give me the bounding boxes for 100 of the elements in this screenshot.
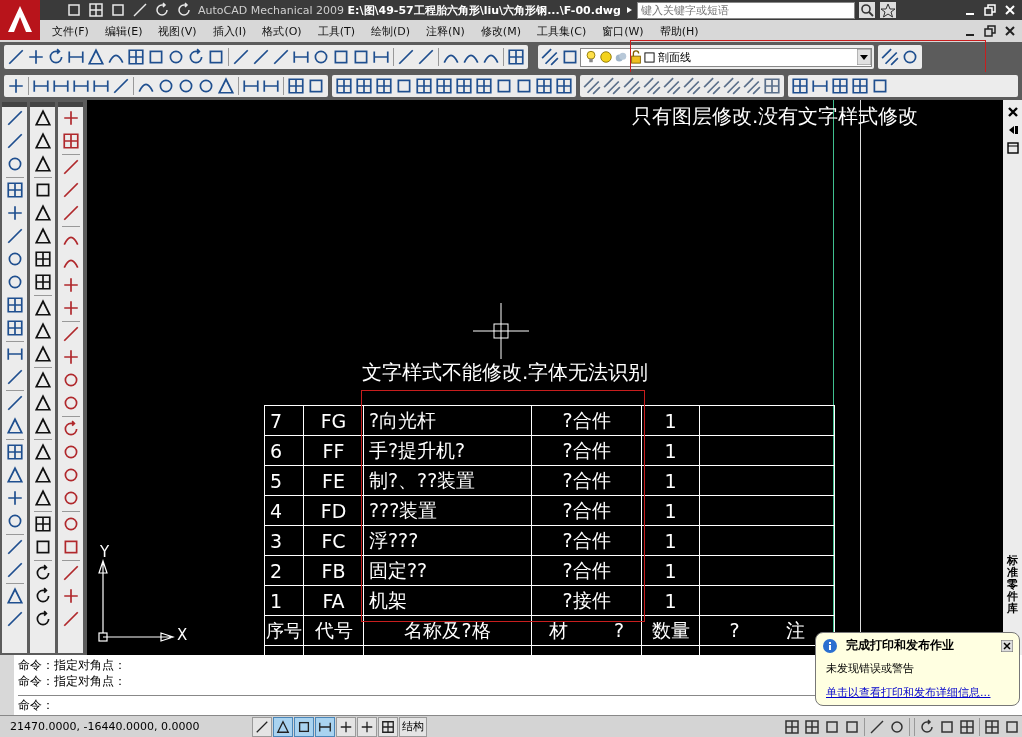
line-icon[interactable] <box>5 132 24 150</box>
triangle-icon[interactable] <box>5 587 24 605</box>
grid-icon[interactable] <box>5 319 24 337</box>
grid-icon[interactable] <box>851 77 869 95</box>
line-icon[interactable] <box>61 158 80 176</box>
line-icon[interactable] <box>61 610 80 628</box>
menu-item[interactable]: 窗口(W) <box>594 23 652 39</box>
line-icon[interactable] <box>5 538 24 556</box>
details-link[interactable]: 单击以查看打印和发布详细信息... <box>826 685 991 700</box>
menu-item[interactable]: 帮助(H) <box>651 23 707 39</box>
circle-icon[interactable] <box>312 48 330 66</box>
hatch-icon[interactable] <box>723 77 741 95</box>
menu-item[interactable]: 编辑(E) <box>96 23 151 39</box>
square-icon[interactable] <box>147 48 165 66</box>
line-icon[interactable] <box>5 109 24 127</box>
line-icon[interactable] <box>61 204 80 222</box>
triangle-icon[interactable] <box>33 417 52 435</box>
grid-icon[interactable] <box>415 77 433 95</box>
square-icon[interactable] <box>66 2 82 18</box>
search-field[interactable]: 键入关键字或短语 <box>636 1 855 19</box>
grid-icon[interactable] <box>984 718 1000 735</box>
crosshair-icon[interactable] <box>61 109 80 127</box>
triangle-icon[interactable] <box>33 155 52 173</box>
square-icon[interactable] <box>515 77 533 95</box>
triangle-icon[interactable] <box>33 132 52 150</box>
square-icon[interactable] <box>561 48 579 66</box>
crosshair-icon[interactable] <box>61 276 80 294</box>
hatch-icon[interactable] <box>683 77 701 95</box>
menu-item[interactable]: 格式(O) <box>254 23 310 39</box>
line-icon[interactable] <box>869 718 885 735</box>
menu-item[interactable]: 工具(T) <box>309 23 363 39</box>
line-icon[interactable] <box>417 48 435 66</box>
toolbar-grip[interactable] <box>2 102 27 107</box>
grid-icon[interactable] <box>507 48 525 66</box>
grid-icon[interactable] <box>535 77 553 95</box>
rotate-icon[interactable] <box>154 2 170 18</box>
menu-item[interactable]: 插入(I) <box>204 23 255 39</box>
dimension-icon[interactable] <box>72 77 90 95</box>
triangle-icon[interactable] <box>33 466 52 484</box>
crosshair-icon[interactable] <box>5 489 24 507</box>
crosshair-icon[interactable] <box>27 48 45 66</box>
grid-icon[interactable] <box>475 77 493 95</box>
hatch-icon[interactable] <box>623 77 641 95</box>
dimension-icon[interactable] <box>67 48 85 66</box>
line-icon[interactable] <box>5 610 24 628</box>
square-icon[interactable] <box>110 2 126 18</box>
grid-icon[interactable] <box>831 77 849 95</box>
hatch-icon[interactable] <box>743 77 761 95</box>
dimension-icon[interactable] <box>292 48 310 66</box>
grid-icon[interactable] <box>5 443 24 461</box>
triangle-icon[interactable] <box>33 489 52 507</box>
close-icon[interactable] <box>1001 639 1013 652</box>
grid-icon[interactable] <box>33 250 52 268</box>
crosshair-icon[interactable] <box>61 348 80 366</box>
line-icon[interactable] <box>252 48 270 66</box>
close-icon[interactable] <box>1006 106 1019 118</box>
hatch-icon[interactable] <box>541 48 559 66</box>
dropdown-arrow-icon[interactable] <box>857 49 871 65</box>
grid-icon[interactable] <box>355 77 373 95</box>
grid-icon[interactable] <box>959 718 975 735</box>
line-icon[interactable] <box>61 181 80 199</box>
triangle-icon[interactable] <box>33 371 52 389</box>
restore-icon[interactable] <box>984 4 996 16</box>
hatch-icon[interactable] <box>703 77 721 95</box>
dimension-icon[interactable] <box>811 77 829 95</box>
grid-icon[interactable] <box>5 181 24 199</box>
panel-grip[interactable] <box>0 655 14 715</box>
line-icon[interactable] <box>112 77 130 95</box>
dimension-icon[interactable] <box>262 77 280 95</box>
dimension-icon[interactable] <box>5 345 24 363</box>
line-icon[interactable] <box>61 325 80 343</box>
grid-icon[interactable] <box>804 718 820 735</box>
line-icon[interactable] <box>61 564 80 582</box>
layer-dropdown[interactable]: 剖面线 <box>580 47 872 67</box>
circle-icon[interactable] <box>901 48 919 66</box>
triangle-icon[interactable] <box>87 48 105 66</box>
menu-item[interactable]: 修改(M) <box>472 23 529 39</box>
panel-icon[interactable] <box>1006 142 1019 154</box>
grid-icon[interactable] <box>455 77 473 95</box>
circle-icon[interactable] <box>167 48 185 66</box>
dimension-icon[interactable] <box>32 77 50 95</box>
grid-icon[interactable] <box>33 273 52 291</box>
app-logo-icon[interactable] <box>0 0 40 40</box>
star-icon[interactable] <box>878 2 897 18</box>
dimension-icon[interactable] <box>52 77 70 95</box>
triangle-icon[interactable] <box>33 322 52 340</box>
grid-icon[interactable] <box>435 77 453 95</box>
triangle-icon[interactable] <box>217 77 235 95</box>
menu-item[interactable]: 视图(V) <box>150 23 205 39</box>
menu-item[interactable]: 文件(F) <box>44 23 97 39</box>
close-icon[interactable] <box>1004 25 1016 37</box>
search-icon[interactable] <box>857 2 876 18</box>
line-icon[interactable] <box>272 48 290 66</box>
grid-icon[interactable] <box>287 77 305 95</box>
toolbar-grip[interactable] <box>58 102 83 107</box>
circle-icon[interactable] <box>889 718 905 735</box>
triangle-icon[interactable] <box>33 394 52 412</box>
circle-icon[interactable] <box>197 77 215 95</box>
triangle-icon[interactable] <box>33 204 52 222</box>
line-icon[interactable] <box>232 48 250 66</box>
